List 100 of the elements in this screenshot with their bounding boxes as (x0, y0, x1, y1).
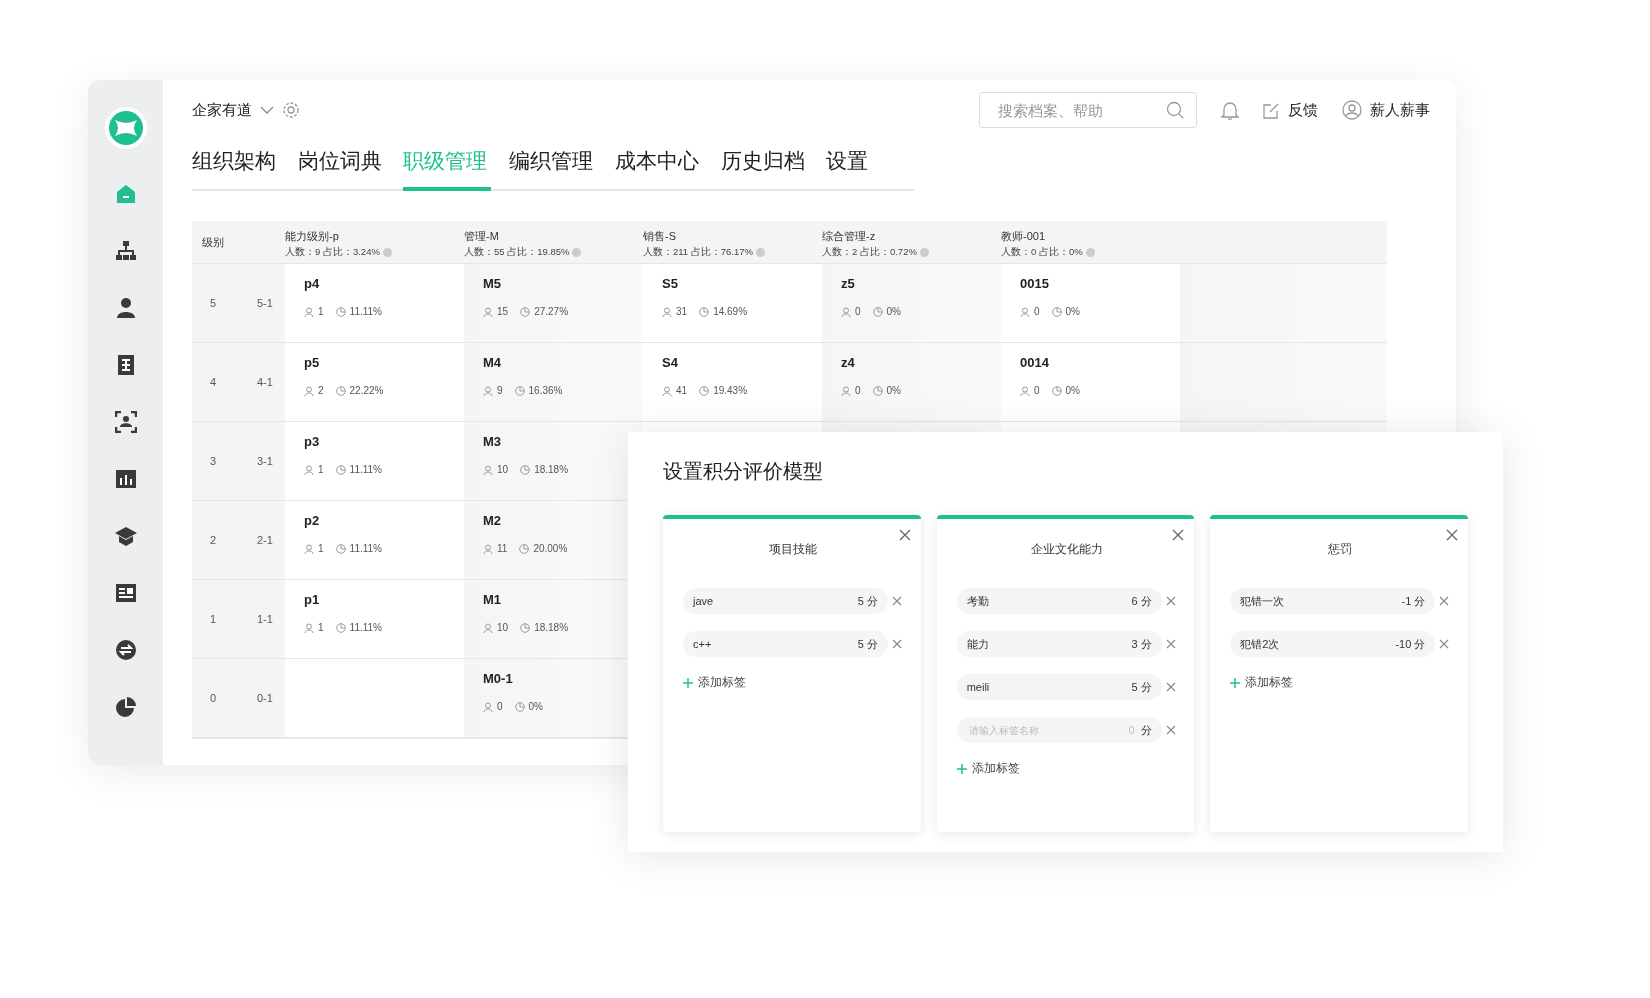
document-icon[interactable] (114, 582, 137, 604)
pie-icon (520, 464, 531, 475)
delete-icon[interactable] (1165, 682, 1176, 692)
pie-icon (872, 306, 883, 317)
grade-cell[interactable]: z4 0 0% (822, 343, 1001, 421)
pie-icon (335, 306, 346, 317)
plus-icon (683, 677, 693, 688)
headcount: 0 (1034, 385, 1040, 396)
house-icon[interactable] (114, 183, 137, 205)
headcount: 9 (497, 385, 503, 396)
score-value: -10 分 (1395, 636, 1426, 652)
tag-pill[interactable]: meili 5 分 (956, 674, 1162, 700)
user-menu-button[interactable]: 薪人薪事 (1342, 100, 1430, 120)
delete-icon[interactable] (1439, 639, 1450, 649)
score-value: 6 分 (1131, 593, 1152, 609)
headcount: 1 (318, 622, 324, 633)
info-icon (1085, 248, 1095, 257)
grade-cell[interactable]: z5 0 0% (822, 264, 1001, 342)
tab[interactable]: 编织管理 (509, 143, 597, 191)
grade-cell[interactable]: M3 10 18.18% (464, 422, 643, 500)
table-cell: 1-1 (239, 580, 285, 658)
pie-icon (520, 622, 531, 633)
tag-pill[interactable]: 能力 3 分 (956, 631, 1162, 657)
swap-circle-icon[interactable] (114, 639, 137, 661)
headcount: 0 (855, 306, 861, 317)
score-unit: 分 (1140, 722, 1152, 738)
user-icon (1342, 100, 1362, 120)
face-scan-icon[interactable] (114, 411, 137, 433)
grade-cell[interactable]: M4 9 16.36% (464, 343, 643, 421)
table-cell: 5-1 (239, 264, 285, 342)
add-tag-button[interactable]: 添加标签 (683, 674, 746, 691)
person-icon (304, 385, 314, 396)
share-value: 11.11% (349, 622, 382, 633)
person-icon (662, 306, 672, 317)
info-icon (382, 248, 392, 257)
delete-icon[interactable] (892, 639, 902, 649)
share-value: 0% (1065, 385, 1080, 396)
feedback-button[interactable]: 反馈 (1263, 100, 1318, 120)
settings-icon[interactable] (282, 101, 300, 119)
headcount: 2 (318, 385, 324, 396)
chevron-down-icon[interactable] (260, 105, 274, 115)
share-value: 18.18% (534, 622, 569, 633)
grade-cell[interactable]: M5 15 27.27% (464, 264, 643, 342)
headcount: 0 (497, 701, 503, 712)
tab[interactable]: 组织架构 (192, 143, 280, 191)
info-icon (756, 248, 765, 257)
tag-pill[interactable]: 犯错2次 -10 分 (1230, 631, 1436, 657)
tab[interactable]: 成本中心 (614, 143, 703, 191)
close-icon[interactable] (1172, 529, 1185, 541)
table-cell: 1 (192, 580, 239, 658)
delete-icon[interactable] (1439, 596, 1450, 606)
person-icon (483, 701, 493, 712)
pie-icon (514, 385, 525, 396)
tag-pill[interactable]: 考勤 6 分 (956, 588, 1162, 614)
table-cell: 3 (192, 422, 239, 500)
bar-chart-icon[interactable] (114, 468, 137, 490)
org-chart-icon[interactable] (114, 240, 137, 262)
bell-icon[interactable] (1221, 100, 1239, 120)
search-input[interactable]: 搜索档案、帮助 (996, 100, 1166, 120)
pie-chart-icon[interactable] (114, 696, 137, 718)
logo-icon[interactable] (103, 106, 148, 150)
share-value: 14.69% (713, 306, 748, 317)
score-value: -1 分 (1401, 593, 1426, 609)
column-stats: 人数：211 占比：76.17% (643, 246, 753, 259)
score-value: 5 分 (1131, 679, 1152, 695)
pie-icon (520, 306, 531, 317)
add-tag-button[interactable]: 添加标签 (956, 760, 1020, 777)
pie-icon (519, 543, 530, 554)
search-field[interactable]: 搜索档案、帮助 (979, 92, 1197, 128)
share-value: 11.11% (349, 464, 382, 475)
person-icon (483, 385, 493, 396)
add-tag-button[interactable]: 添加标签 (1230, 674, 1294, 691)
tag-pill[interactable]: 犯错一次 -1 分 (1230, 588, 1436, 614)
info-icon (572, 248, 582, 257)
delete-icon[interactable] (1165, 639, 1176, 649)
delete-icon[interactable] (1165, 596, 1176, 606)
close-icon[interactable] (1446, 529, 1458, 541)
headcount: 41 (676, 385, 688, 396)
pie-icon (514, 701, 525, 712)
tab[interactable]: 设置 (826, 143, 915, 191)
delete-icon[interactable] (892, 596, 902, 606)
headcount: 15 (497, 306, 509, 317)
person-icon (662, 385, 672, 396)
person-icon (304, 306, 314, 317)
column-stats: 人数：2 占比：0.72% (822, 246, 917, 259)
column-header: 能力级别-p (285, 229, 340, 244)
pie-icon (699, 385, 710, 396)
tab[interactable]: 岗位词典 (297, 143, 386, 191)
person-icon (1020, 306, 1030, 317)
delete-icon[interactable] (1165, 725, 1176, 735)
tag-pill[interactable]: jave 5 分 (683, 588, 888, 614)
search-icon (1166, 101, 1184, 119)
share-value: 16.36% (528, 385, 563, 396)
pie-icon (699, 306, 710, 317)
graduation-cap-icon[interactable] (114, 525, 137, 547)
person-icon[interactable] (114, 297, 137, 319)
tab[interactable]: 历史归档 (720, 143, 809, 191)
headcount: 0 (855, 385, 861, 396)
tag-pill[interactable]: c++ 5 分 (683, 631, 888, 657)
close-icon[interactable] (898, 529, 911, 541)
